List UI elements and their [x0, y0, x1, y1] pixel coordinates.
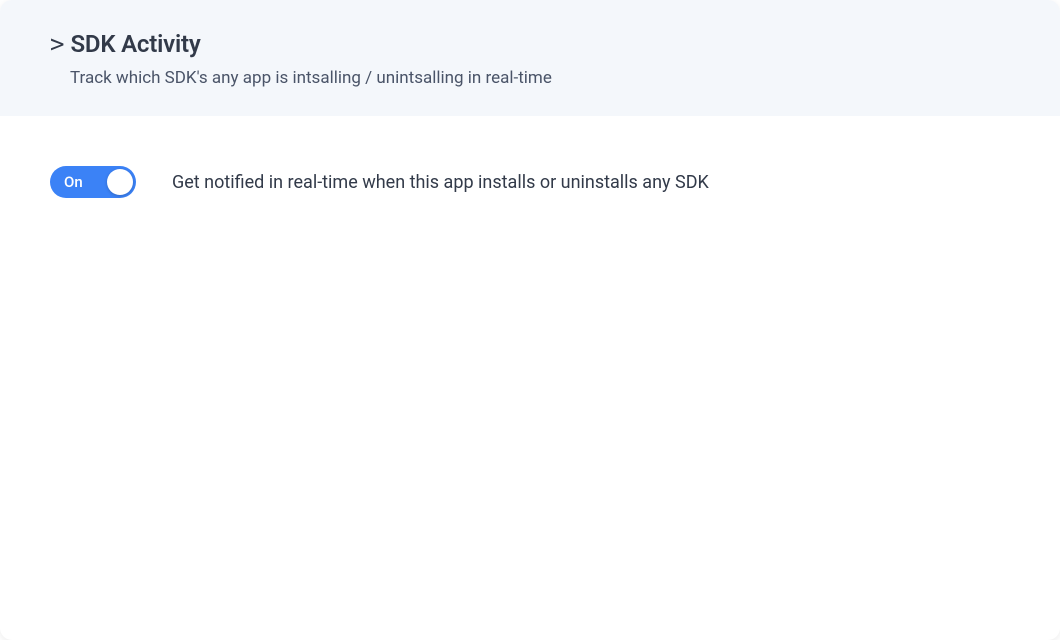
notification-toggle-row: On Get notified in real-time when this a…	[50, 166, 1010, 198]
title-row: > SDK Activity	[50, 30, 1010, 58]
sdk-activity-card: > SDK Activity Track which SDK's any app…	[0, 0, 1060, 640]
card-header: > SDK Activity Track which SDK's any app…	[0, 0, 1060, 116]
notification-toggle[interactable]: On	[50, 166, 136, 198]
section-title: SDK Activity	[70, 30, 200, 58]
section-subtitle: Track which SDK's any app is intsalling …	[70, 68, 1010, 88]
chevron-right-icon: >	[50, 32, 64, 56]
toggle-knob-icon	[107, 169, 133, 195]
card-content: On Get notified in real-time when this a…	[0, 116, 1060, 198]
toggle-description: Get notified in real-time when this app …	[172, 172, 709, 193]
toggle-state-label: On	[50, 173, 83, 191]
